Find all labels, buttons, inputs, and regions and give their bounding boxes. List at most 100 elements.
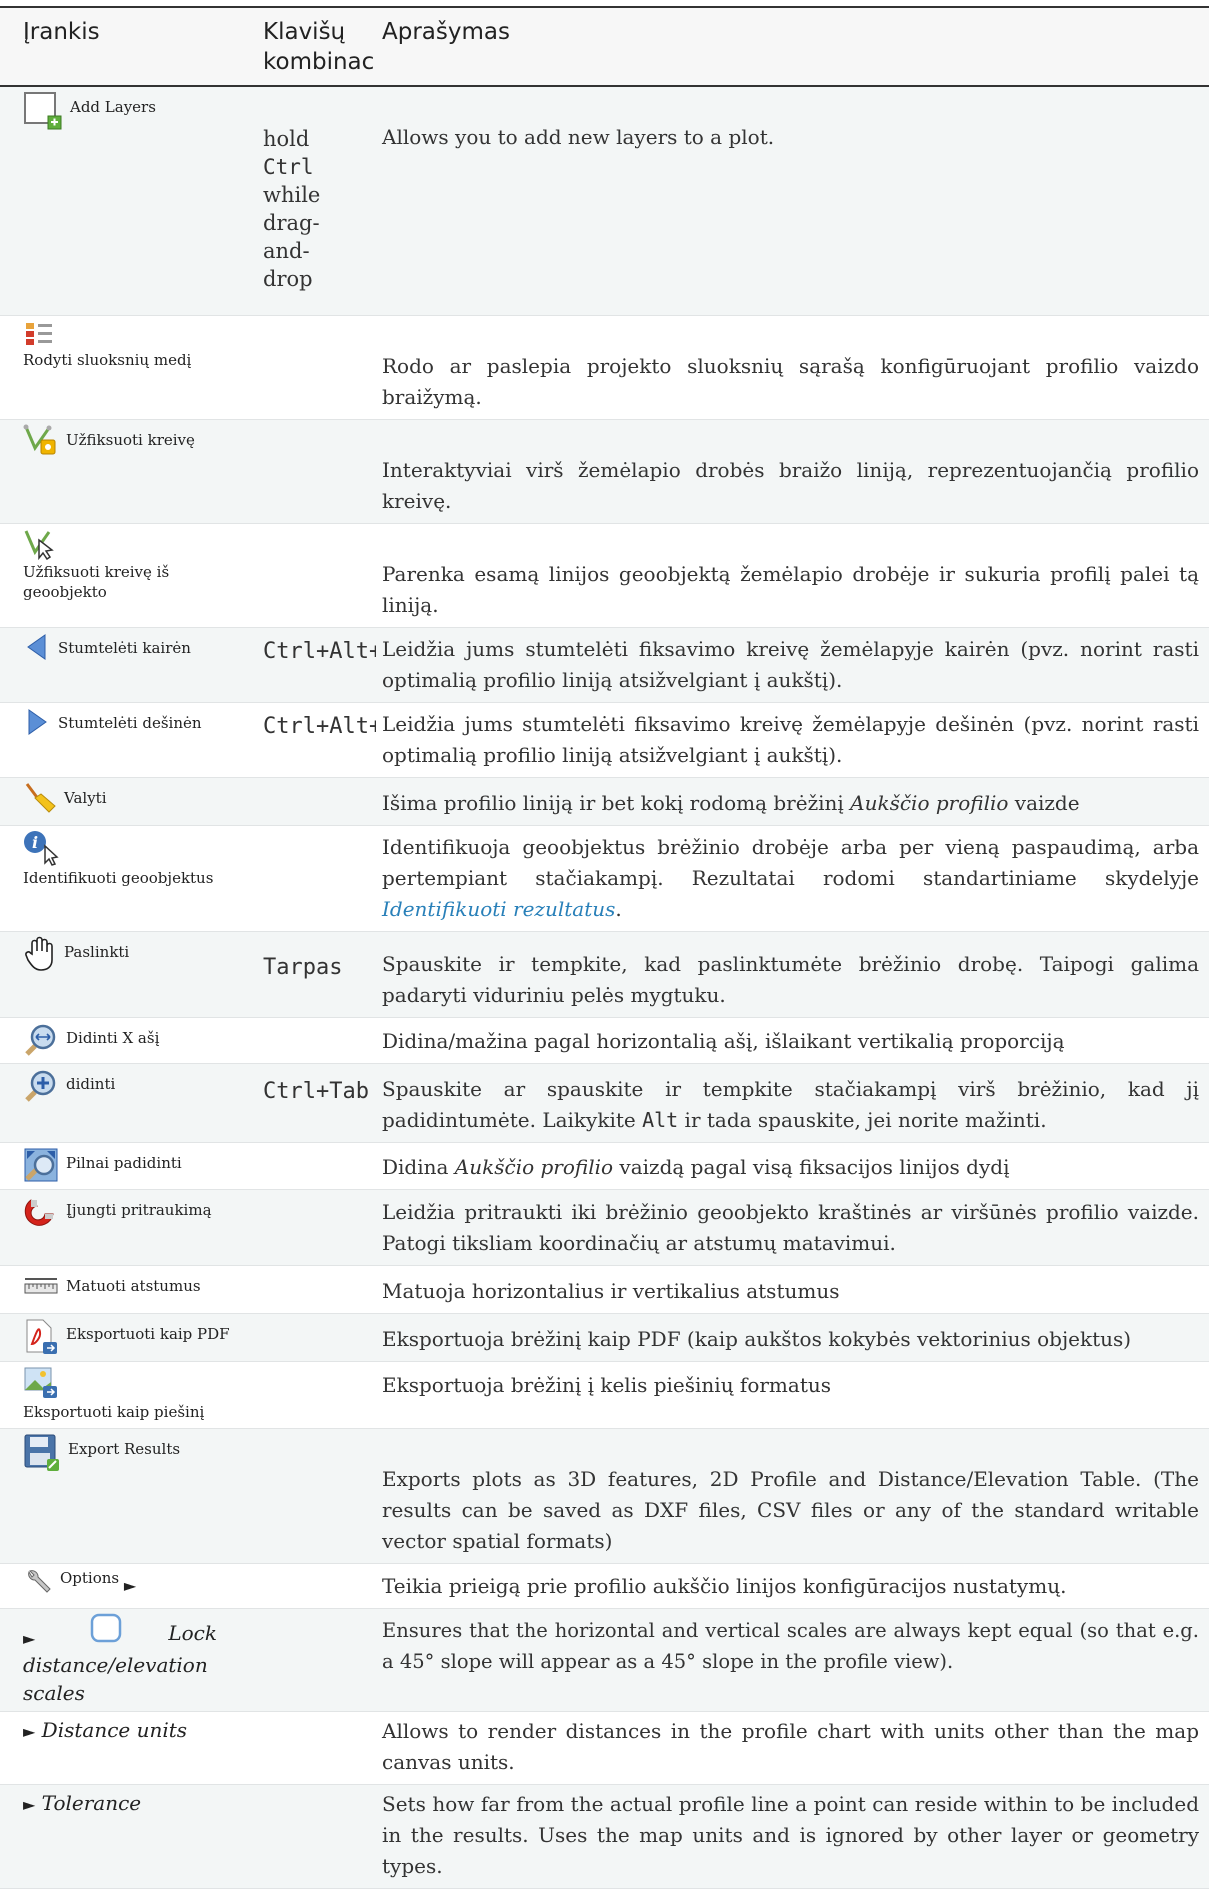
capture-curve-icon[interactable] [23,424,59,456]
shortcut-cell [257,1784,376,1889]
export-image-icon[interactable] [23,1366,59,1400]
table-row: didinti Ctrl+Tab Spauskite ar spauskite … [0,1063,1209,1143]
menu-arrow: ► [123,1575,137,1595]
tool-label: Options [60,1568,120,1587]
description-cell: Eksportuoja brėžinį kaip PDF (kaip aukšt… [376,1313,1209,1362]
tool-label: Distance units [41,1717,188,1742]
tool-cell: Export Results [0,1428,257,1564]
description-cell: Leidžia jums stumtelėti fiksavimo kreivę… [376,702,1209,778]
table-row: Valyti Išima profilio liniją ir bet kokį… [0,777,1209,826]
description-cell: Didina Aukščio profilio vaizdą pagal vis… [376,1142,1209,1190]
tool-cell: Eksportuoti kaip PDF [0,1313,257,1362]
header-tool: Įrankis [23,19,100,45]
description-text: Identifikuoja geoobjektus brėžinio drobė… [382,834,1199,890]
description-cell: Didina/mažina pagal horizontalią ašį, iš… [376,1017,1209,1064]
tool-cell: Matuoti atstumus [0,1265,257,1314]
description-cell: Eksportuoja brėžinį į kelis piešinių for… [376,1361,1209,1429]
tool-cell: Pilnai padidinti [0,1142,257,1190]
menu-arrow: ► [23,1721,36,1741]
shortcut-cell [257,777,376,826]
tool-label: Tolerance [41,1790,142,1815]
zoom-x-axis-icon[interactable] [23,1022,59,1058]
description-cell: Spauskite ir tempkite, kad paslinktumėte… [376,931,1209,1018]
description-text: Didina [382,1154,455,1179]
table-row: ► Lock distance/elevation scales Ensures… [0,1608,1209,1712]
description-cell: Allows you to add new layers to a plot. [376,86,1209,316]
clear-broom-icon[interactable] [23,782,57,816]
nudge-right-icon[interactable] [23,707,51,737]
table-row: Paslinkti Tarpas Spauskite ir tempkite, … [0,931,1209,1018]
description-cell: Teikia prieigą prie profilio aukščio lin… [376,1563,1209,1609]
checkbox-icon[interactable] [89,1613,123,1645]
table-row: ► Distance units Allows to render distan… [0,1711,1209,1785]
shortcut-cell [257,1265,376,1314]
identify-icon[interactable]: i [23,830,63,866]
table-row: Užfiksuoti kreivę iš geoobjekto Parenka … [0,523,1209,628]
tool-label: Add Layers [70,98,156,116]
description-cell: Sets how far from the actual profile lin… [376,1784,1209,1889]
description-cell: Allows to render distances in the profil… [376,1711,1209,1785]
tool-label: Užfiksuoti kreivę [66,430,195,449]
shortcut-cell [257,1563,376,1609]
tool-label: Matuoti atstumus [66,1276,201,1295]
description-key: Alt [642,1107,679,1132]
zoom-in-icon[interactable] [23,1068,59,1104]
shortcut-cell [257,1142,376,1190]
zoom-full-icon[interactable] [23,1147,59,1183]
export-results-icon[interactable] [23,1433,61,1473]
layer-tree-icon[interactable] [23,320,55,348]
export-pdf-icon[interactable] [23,1318,59,1356]
shortcut-cell: Ctrl+Alt+Right [257,702,376,778]
measure-ruler-icon[interactable] [23,1270,59,1300]
table-row: Eksportuoti kaip piešinį Eksportuoja brė… [0,1361,1209,1429]
header-desc: Aprašymas [382,19,510,45]
tool-cell: Stumtelėti dešinėn [0,702,257,778]
capture-curve-from-feature-icon[interactable] [23,528,59,560]
tool-cell: Valyti [0,777,257,826]
shortcut-cell: hold Ctrl while drag-and-drop [257,86,376,316]
table-row: ► Tolerance Sets how far from the actual… [0,1784,1209,1889]
tool-label: Eksportuoti kaip piešinį [23,1402,205,1421]
description-cell: Parenka esamą linijos geoobjektą žemėlap… [376,523,1209,628]
table-row: Matuoti atstumus Matuoja horizontalius i… [0,1265,1209,1314]
shortcut-text: while drag-and-drop [263,183,321,291]
description-text: vaizdą pagal visą fiksacijos linijos dyd… [613,1154,1010,1179]
identify-results-link[interactable]: Identifikuoti rezultatus [382,897,615,921]
description-text: vaizde [1008,790,1080,815]
shortcut-cell [257,1711,376,1785]
add-layers-icon[interactable] [23,91,63,131]
shortcut-cell [257,1608,376,1712]
nudge-left-icon[interactable] [23,632,51,662]
pan-hand-icon[interactable] [23,936,57,972]
shortcut-key: Ctrl [263,155,314,179]
shortcut-cell [257,315,376,420]
table-header-row: Įrankis Klavišų kombinacija Aprašymas [0,7,1209,86]
description-cell: Išima profilio liniją ir bet kokį rodomą… [376,777,1209,826]
description-text: . [615,896,622,921]
table-row: Add Layers hold Ctrl while drag-and-drop… [0,86,1209,316]
shortcut-cell [257,1428,376,1564]
description-emphasis: Aukščio profilio [850,790,1009,815]
description-cell: Exports plots as 3D features, 2D Profile… [376,1428,1209,1564]
table-row: Stumtelėti kairėn Ctrl+Alt+Left Leidžia … [0,627,1209,703]
description-cell: Interaktyviai virš žemėlapio drobės brai… [376,419,1209,524]
tool-cell: Eksportuoti kaip piešinį [0,1361,257,1429]
description-emphasis: Aukščio profilio [454,1154,614,1179]
tool-cell: Add Layers [0,86,257,316]
shortcut-cell [257,825,376,932]
tool-label: Rodyti sluoksnių medį [23,350,192,369]
table-row: Export Results Exports plots as 3D featu… [0,1428,1209,1564]
tool-label: Didinti X ašį [66,1028,160,1047]
tool-cell: Rodyti sluoksnių medį [0,315,257,420]
description-cell: Leidžia jums stumtelėti fiksavimo kreivę… [376,627,1209,703]
tool-label: Valyti [64,788,107,807]
snapping-magnet-icon[interactable] [23,1194,59,1230]
profile-tools-table: Įrankis Klavišų kombinacija Aprašymas Ad… [0,6,1209,1889]
table-row: Stumtelėti dešinėn Ctrl+Alt+Right Leidži… [0,702,1209,778]
description-cell: Identifikuoja geoobjektus brėžinio drobė… [376,825,1209,932]
tool-cell: ► Lock distance/elevation scales [0,1608,257,1712]
options-wrench-icon[interactable] [23,1568,53,1596]
tool-cell: Options ► [0,1563,257,1609]
header-keys: Klavišų kombinacija [263,19,376,75]
tool-cell: Įjungti pritraukimą [0,1189,257,1266]
